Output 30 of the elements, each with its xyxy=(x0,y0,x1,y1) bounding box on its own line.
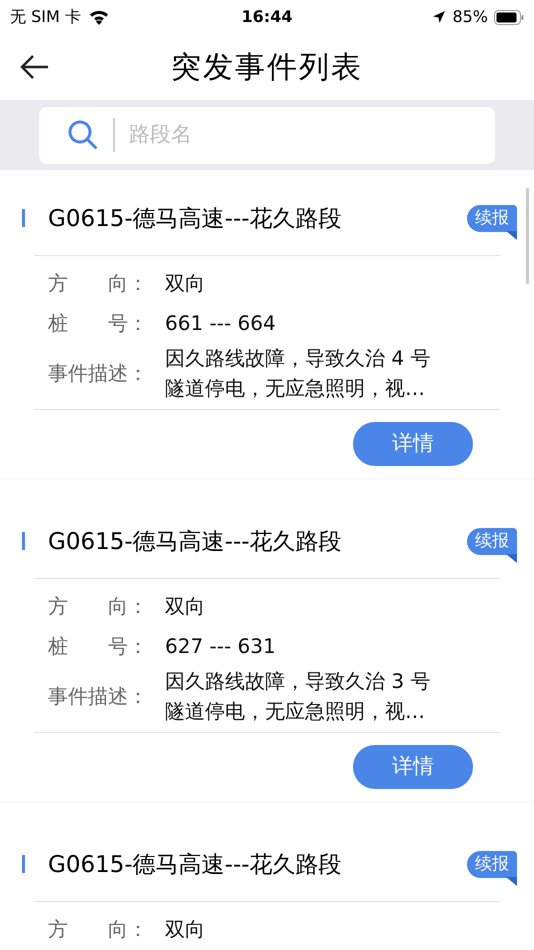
carrier-label: 无 SIM 卡 xyxy=(10,6,81,28)
field-value: 双向 xyxy=(165,916,206,943)
road-section-title: G0615-德马高速---花久路段 xyxy=(48,850,342,880)
road-section-title: G0615-德马高速---花久路段 xyxy=(48,204,342,234)
field-label: 方 向： xyxy=(48,916,149,943)
field-value: 661 --- 664 xyxy=(165,310,277,337)
road-section-title: G0615-德马高速---花久路段 xyxy=(48,528,342,557)
field-label: 桩 号： xyxy=(48,310,149,337)
search-input[interactable]: 路段名 xyxy=(129,119,495,151)
field-value: 因久路线故障，导致久治 3 号隧道停电，无应急照明，视… xyxy=(165,668,432,725)
field-value: 因久路线故障，导致久治 4 号隧道停电，无应急照明，视… xyxy=(165,345,432,402)
field-value: 双向 xyxy=(165,593,206,620)
field-label: 事件描述： xyxy=(48,360,149,387)
search-field[interactable]: 路段名 xyxy=(39,106,495,164)
search-icon xyxy=(67,119,99,151)
field-label: 事件描述： xyxy=(48,683,149,710)
page-title: 突发事件列表 xyxy=(171,48,363,86)
back-arrow-icon xyxy=(20,54,50,80)
field-label: 方 向： xyxy=(48,270,149,297)
wifi-icon xyxy=(88,10,109,24)
clock-time: 16:44 xyxy=(242,6,292,28)
battery-percent: 85% xyxy=(452,6,488,28)
field-value: 双向 xyxy=(165,270,206,297)
field-label: 方 向： xyxy=(48,593,149,620)
field-label: 桩 号： xyxy=(48,633,149,660)
battery-icon xyxy=(494,10,524,24)
details-button[interactable]: 详情 xyxy=(353,422,473,466)
location-arrow-icon xyxy=(432,10,446,24)
details-button[interactable]: 详情 xyxy=(353,745,473,789)
field-value: 627 --- 631 xyxy=(165,633,277,660)
